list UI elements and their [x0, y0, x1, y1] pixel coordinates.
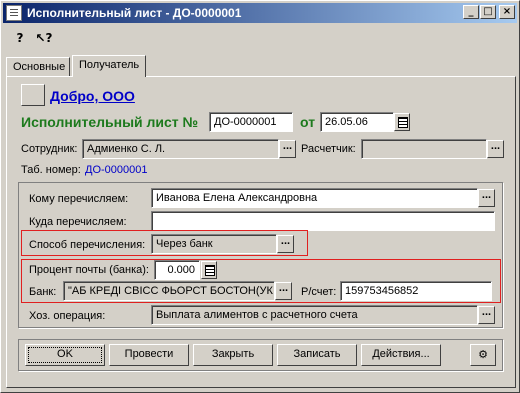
bank-label: Банк:	[29, 286, 57, 298]
minimize-button[interactable]: _	[463, 5, 479, 19]
tab-panel-recipient: Добро, ООО Исполнительный лист № ДО-0000…	[6, 76, 516, 388]
toolbar: ? ↖?	[3, 25, 517, 51]
account-label: Р/счет:	[301, 286, 337, 298]
organization-select-button[interactable]	[21, 84, 45, 106]
calculator-label: Расчетчик:	[301, 143, 356, 155]
transfer-method-select-button[interactable]: ...	[277, 235, 294, 253]
operation-field[interactable]: Выплата алиментов с расчетного счета	[151, 305, 478, 325]
where-field[interactable]	[151, 211, 495, 231]
actions-button[interactable]: Действия...	[361, 344, 441, 366]
tab-number-label: Таб. номер:	[21, 164, 81, 176]
employee-field[interactable]: Адмиенко С. Л.	[82, 139, 279, 159]
whats-this-icon[interactable]: ↖?	[33, 28, 55, 48]
window: Исполнительный лист - ДО-0000001 _ □ × ?…	[0, 0, 520, 393]
tab-recipient[interactable]: Получатель	[72, 55, 146, 77]
close-button[interactable]: ×	[499, 5, 515, 19]
maximize-button[interactable]: □	[480, 5, 496, 19]
document-date-field[interactable]: 26.05.06	[320, 112, 394, 132]
operation-select-button[interactable]: ...	[478, 306, 495, 324]
to-whom-field[interactable]: Иванова Елена Александровна	[151, 188, 478, 208]
ok-button[interactable]: OK	[25, 344, 105, 366]
post-button[interactable]: Провести	[109, 344, 189, 366]
settings-icon[interactable]: ⚙	[470, 344, 496, 366]
transfer-method-label: Способ перечисления:	[29, 239, 146, 251]
account-field[interactable]: 159753456852	[340, 281, 492, 301]
calendar-icon[interactable]	[394, 113, 410, 131]
calculator-field[interactable]	[361, 139, 487, 159]
document-title: Исполнительный лист №	[21, 114, 199, 130]
tab-number-value: ДО-0000001	[85, 164, 148, 176]
title-bar: Исполнительный лист - ДО-0000001 _ □ ×	[3, 3, 517, 23]
employee-select-button[interactable]: ...	[279, 140, 296, 158]
save-button[interactable]: Записать	[277, 344, 357, 366]
where-label: Куда перечисляем:	[29, 216, 127, 228]
bank-select-button[interactable]: ...	[275, 282, 292, 300]
calculator-icon[interactable]	[201, 261, 217, 279]
window-title: Исполнительный лист - ДО-0000001	[27, 6, 242, 20]
postal-percent-field[interactable]: 0.000	[154, 260, 200, 280]
document-number-field[interactable]: ДО-0000001	[209, 112, 293, 132]
transfer-method-field[interactable]: Через банк	[151, 234, 277, 254]
tab-main[interactable]: Основные	[6, 57, 70, 76]
organization-link[interactable]: Добро, ООО	[50, 88, 135, 104]
to-whom-select-button[interactable]: ...	[478, 189, 495, 207]
employee-label: Сотрудник:	[21, 143, 78, 155]
help-icon[interactable]: ?	[9, 28, 31, 48]
document-icon	[6, 5, 22, 21]
calculator-select-button[interactable]: ...	[487, 140, 504, 158]
operation-label: Хоз. операция:	[29, 310, 106, 322]
close-form-button[interactable]: Закрыть	[193, 344, 273, 366]
date-label: от	[300, 114, 316, 130]
tab-strip: Основные Получатель	[6, 55, 516, 77]
to-whom-label: Кому перечисляем:	[29, 193, 129, 205]
postal-percent-label: Процент почты (банка):	[29, 264, 149, 276]
bank-field[interactable]: "АБ КРЕДІ СВІСС ФЬОРСТ БОСТОН(УК	[63, 281, 275, 301]
